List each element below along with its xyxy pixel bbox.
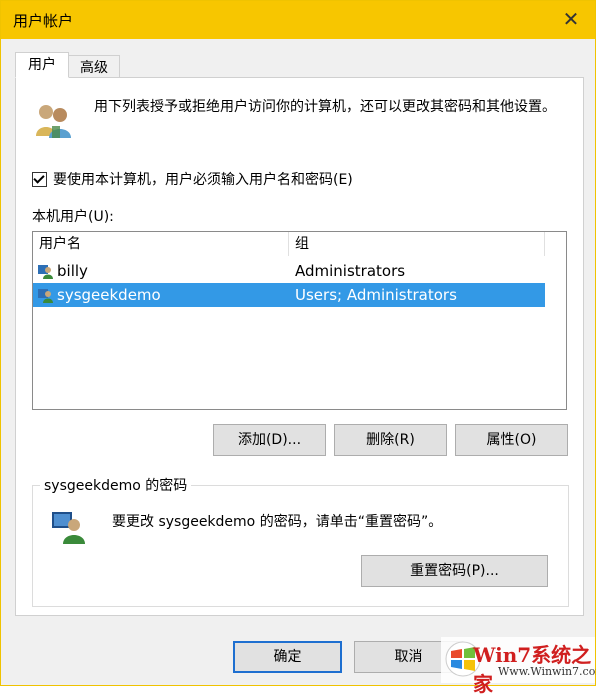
- password-groupbox-title: sysgeekdemo 的密码: [40, 475, 192, 495]
- watermark-url: Www.Winwin7.com: [498, 665, 596, 678]
- user-icon: [38, 265, 53, 279]
- title-bar[interactable]: 用户帐户 ✕: [1, 1, 595, 39]
- column-header-username[interactable]: 用户名: [33, 232, 289, 256]
- table-row[interactable]: billy Administrators: [33, 259, 545, 283]
- tab-advanced[interactable]: 高级: [68, 55, 120, 78]
- user-password-icon: [52, 512, 85, 544]
- row-username: billy: [57, 262, 88, 280]
- list-header: 用户名 组: [33, 232, 566, 256]
- ok-button[interactable]: 确定: [233, 641, 342, 673]
- users-list[interactable]: 用户名 组 billy Administrators sysgeekdemo U…: [32, 231, 567, 410]
- table-row-selected[interactable]: sysgeekdemo Users; Administrators: [33, 283, 545, 307]
- close-icon[interactable]: ✕: [561, 9, 581, 29]
- user-accounts-dialog: 用户帐户 ✕ 用户 高级 用下列表授予或拒绝用户访问你的计算机，还可以更改其密码…: [0, 0, 596, 696]
- row-group: Administrators: [295, 262, 406, 280]
- reset-password-button[interactable]: 重置密码(P)...: [361, 555, 548, 587]
- user-icon: [38, 289, 53, 303]
- checkbox-checked-icon[interactable]: [32, 171, 47, 187]
- users-tab-panel: 用下列表授予或拒绝用户访问你的计算机，还可以更改其密码和其他设置。 要使用本计算…: [15, 77, 584, 616]
- users-icon: [36, 105, 71, 138]
- add-user-button[interactable]: 添加(D)...: [213, 424, 326, 456]
- require-login-checkbox[interactable]: 要使用本计算机，用户必须输入用户名和密码(E): [32, 169, 353, 189]
- column-header-group[interactable]: 组: [289, 232, 545, 256]
- tab-users[interactable]: 用户: [15, 52, 69, 78]
- window-title: 用户帐户: [13, 12, 74, 30]
- row-username: sysgeekdemo: [57, 286, 161, 304]
- row-group: Users; Administrators: [295, 286, 457, 304]
- properties-button[interactable]: 属性(O): [455, 424, 568, 456]
- local-users-label: 本机用户(U):: [32, 209, 114, 225]
- password-groupbox: [32, 485, 569, 607]
- tab-advanced-label: 高级: [80, 60, 108, 76]
- intro-text: 用下列表授予或拒绝用户访问你的计算机，还可以更改其密码和其他设置。: [94, 99, 556, 115]
- require-login-label: 要使用本计算机，用户必须输入用户名和密码(E): [53, 172, 353, 188]
- remove-user-button[interactable]: 删除(R): [334, 424, 447, 456]
- password-instruction: 要更改 sysgeekdemo 的密码，请单击“重置密码”。: [112, 514, 443, 530]
- tab-users-label: 用户: [28, 57, 56, 73]
